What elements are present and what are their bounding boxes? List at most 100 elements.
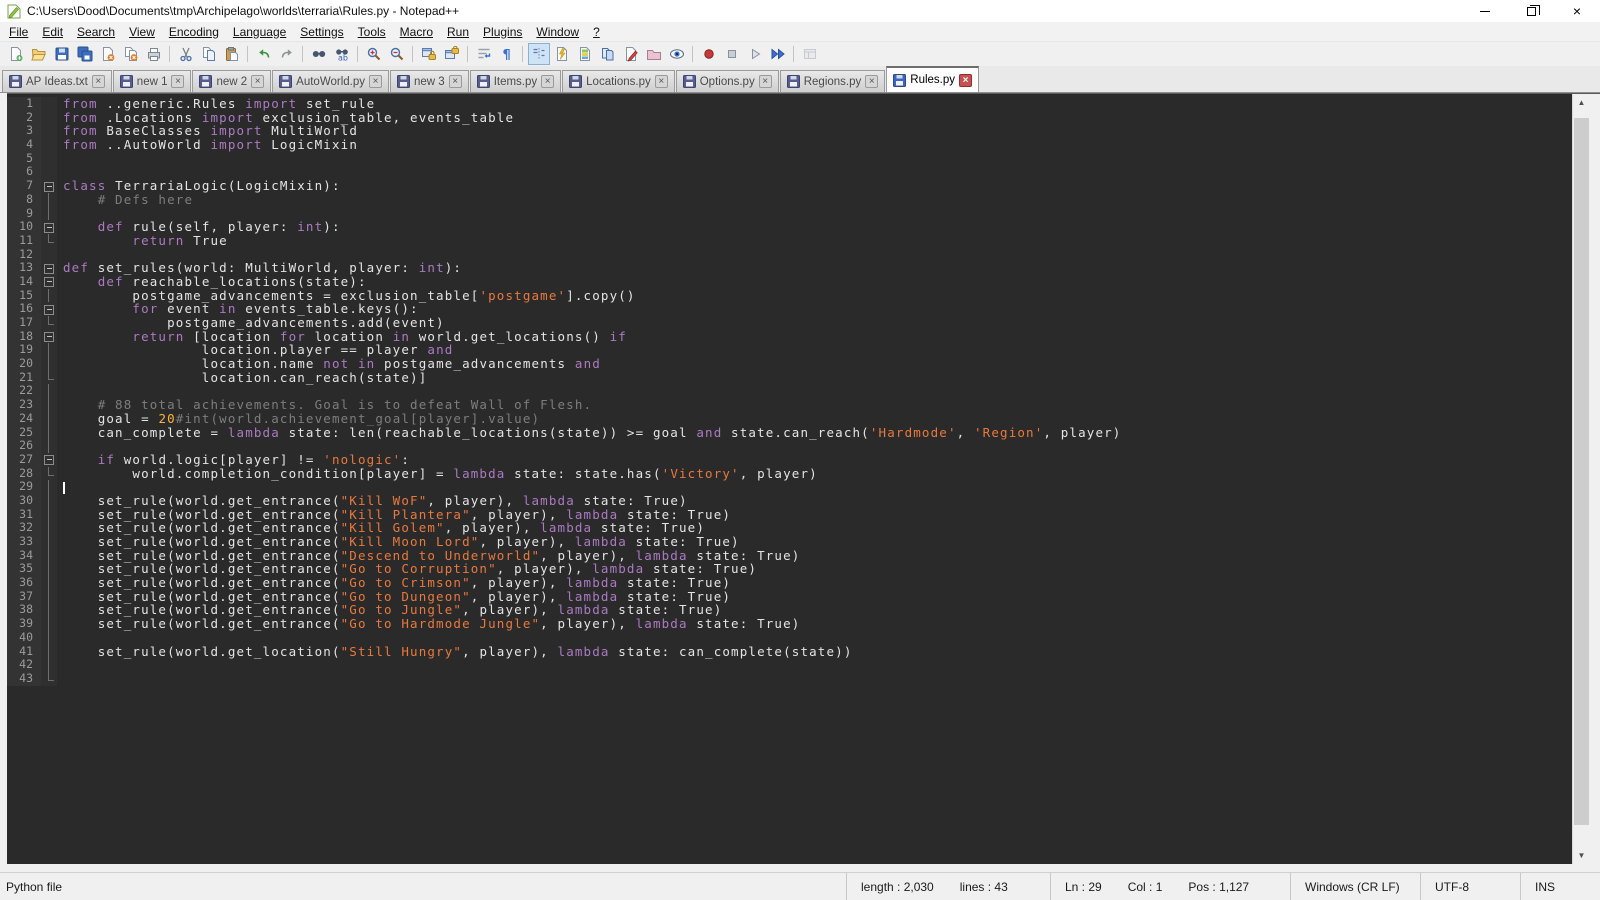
zoom-in-button[interactable] — [363, 43, 385, 65]
tab-options-py[interactable]: Options.py× — [676, 70, 779, 92]
menu-run[interactable]: Run — [440, 23, 476, 41]
tab-locations-py[interactable]: Locations.py× — [562, 70, 675, 92]
paste-button[interactable] — [221, 43, 243, 65]
code-line: 27 if world.logic[player] != 'nologic': — [7, 453, 1572, 467]
tab-items-py[interactable]: Items.py× — [470, 70, 561, 92]
file-monitoring-button[interactable] — [666, 43, 688, 65]
code-line: 29 — [7, 480, 1572, 494]
macro-stop-button[interactable] — [721, 43, 743, 65]
scroll-down-icon[interactable]: ▼ — [1573, 847, 1590, 864]
fold-margin — [41, 384, 57, 398]
save-all-button[interactable] — [74, 43, 96, 65]
menu-view[interactable]: View — [122, 23, 162, 41]
code-text: set_rule(world.get_entrance("Go to Dunge… — [57, 590, 1572, 604]
show-all-characters-button[interactable]: ¶ — [496, 43, 518, 65]
tab-autoworld-py[interactable]: AutoWorld.py× — [272, 70, 389, 92]
tab-close-icon[interactable]: × — [449, 75, 462, 88]
vertical-scrollbar[interactable]: ▲ ▼ — [1572, 94, 1590, 864]
save-button[interactable] — [51, 43, 73, 65]
scrollbar-thumb[interactable] — [1574, 118, 1589, 825]
fold-collapse-icon[interactable] — [41, 275, 57, 289]
minimize-button[interactable] — [1462, 0, 1508, 22]
tab-new-2[interactable]: new 2× — [192, 70, 271, 92]
tab-close-icon[interactable]: × — [759, 75, 772, 88]
redo-button[interactable] — [276, 43, 298, 65]
tab-rules-py[interactable]: Rules.py× — [886, 66, 979, 92]
code-text: goal = 20#int(world.achievement_goal[pla… — [57, 412, 1572, 426]
fold-collapse-icon[interactable] — [41, 179, 57, 193]
menu-search[interactable]: Search — [70, 23, 122, 41]
find-button[interactable] — [308, 43, 330, 65]
menu-tools[interactable]: Tools — [351, 23, 393, 41]
code-line: 11 return True — [7, 234, 1572, 248]
word-wrap-icon — [476, 46, 492, 62]
close-all-documents-button[interactable] — [120, 43, 142, 65]
restore-button[interactable] — [1508, 0, 1554, 22]
fold-collapse-icon[interactable] — [41, 330, 57, 344]
close-icon: × — [1573, 4, 1581, 18]
menu-encoding[interactable]: Encoding — [162, 23, 226, 41]
menu-macro[interactable]: Macro — [393, 23, 440, 41]
undo-button[interactable] — [253, 43, 275, 65]
menu-edit[interactable]: Edit — [35, 23, 70, 41]
line-number: 15 — [7, 289, 41, 303]
tab-new-3[interactable]: new 3× — [390, 70, 469, 92]
close-document-button[interactable] — [97, 43, 119, 65]
tab-close-icon[interactable]: × — [92, 75, 105, 88]
menu-help[interactable]: ? — [586, 23, 607, 41]
menu-file[interactable]: File — [2, 23, 35, 41]
function-list-button[interactable] — [551, 43, 573, 65]
tab-close-icon[interactable]: × — [251, 75, 264, 88]
show-indent-guide-button[interactable] — [528, 43, 550, 65]
fold-collapse-icon[interactable] — [41, 261, 57, 275]
document-list-button[interactable] — [597, 43, 619, 65]
toolbar-separator — [302, 46, 303, 62]
tab-regions-py[interactable]: Regions.py× — [780, 70, 886, 92]
tab-close-icon[interactable]: × — [541, 75, 554, 88]
replace-button[interactable]: ab — [331, 43, 353, 65]
document-map-button[interactable] — [574, 43, 596, 65]
fold-collapse-icon[interactable] — [41, 302, 57, 316]
macro-record-button[interactable] — [698, 43, 720, 65]
macro-playback-button[interactable] — [744, 43, 766, 65]
status-length-lines: length : 2,030 lines : 43 — [846, 873, 1050, 900]
menu-window[interactable]: Window — [529, 23, 586, 41]
tab-close-icon[interactable]: × — [959, 74, 972, 87]
tab-close-icon[interactable]: × — [655, 75, 668, 88]
sync-vertical-scrolling-button[interactable] — [418, 43, 440, 65]
tab-new-1[interactable]: new 1× — [113, 70, 192, 92]
tab-close-icon[interactable]: × — [171, 75, 184, 88]
print-button[interactable] — [143, 43, 165, 65]
close-document-icon — [100, 46, 116, 62]
fold-collapse-icon[interactable] — [41, 220, 57, 234]
zoom-out-button[interactable] — [386, 43, 408, 65]
close-button[interactable]: × — [1554, 0, 1600, 22]
fold-margin — [41, 124, 57, 138]
macro-run-multiple-button[interactable] — [767, 43, 789, 65]
menu-bar: FileEditSearchViewEncodingLanguageSettin… — [0, 22, 1600, 42]
menu-settings[interactable]: Settings — [293, 23, 350, 41]
code-text: from ..AutoWorld import LogicMixin — [57, 138, 1572, 152]
cut-button[interactable] — [175, 43, 197, 65]
open-file-button[interactable] — [28, 43, 50, 65]
folder-as-workspace-button[interactable] — [643, 43, 665, 65]
tab-ap-ideas-txt[interactable]: AP Ideas.txt× — [2, 70, 112, 92]
word-wrap-button[interactable] — [473, 43, 495, 65]
macro-save-button[interactable] — [799, 43, 821, 65]
edit-marker-button[interactable] — [620, 43, 642, 65]
fold-collapse-icon[interactable] — [41, 453, 57, 467]
line-number: 18 — [7, 330, 41, 344]
menu-plugins[interactable]: Plugins — [476, 23, 529, 41]
copy-button[interactable] — [198, 43, 220, 65]
code-area[interactable]: 1from ..generic.Rules import set_rule2fr… — [7, 94, 1572, 864]
menu-language[interactable]: Language — [226, 23, 293, 41]
zoom-out-icon — [389, 46, 405, 62]
scroll-up-icon[interactable]: ▲ — [1573, 94, 1590, 111]
fold-margin — [41, 494, 57, 508]
tab-close-icon[interactable]: × — [865, 75, 878, 88]
sync-horizontal-scrolling-button[interactable] — [441, 43, 463, 65]
new-document-button[interactable] — [5, 43, 27, 65]
code-text: location.player == player and — [57, 343, 1572, 357]
scrollbar-track[interactable] — [1573, 111, 1590, 847]
tab-close-icon[interactable]: × — [369, 75, 382, 88]
